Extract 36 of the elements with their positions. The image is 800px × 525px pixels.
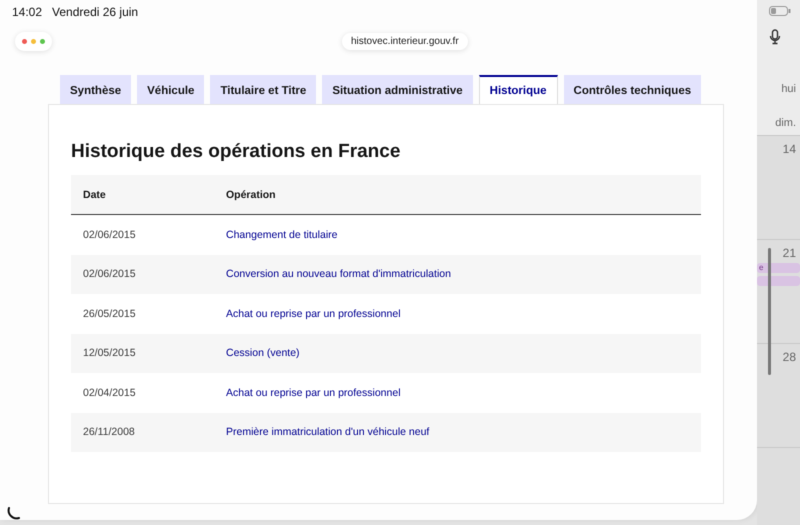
- date-cell-text: 02/06/2015: [82, 268, 137, 280]
- tab[interactable]: Synthèse: [60, 75, 132, 104]
- window-controls[interactable]: [15, 32, 52, 50]
- tab[interactable]: Contrôles techniques: [564, 75, 702, 104]
- operation-link[interactable]: Première immatriculation d'un véhicule neuf: [214, 426, 430, 438]
- scrollbar[interactable]: [768, 248, 771, 375]
- operation-link[interactable]: Conversion au nouveau format d'immatriculation: [214, 268, 451, 280]
- url-field[interactable]: histovec.interieur.gouv.fr: [342, 32, 468, 50]
- day-number: 28: [782, 350, 796, 364]
- day-number: 21: [782, 246, 796, 260]
- day-number: 14: [782, 142, 796, 156]
- operation-link[interactable]: Changement de titulaire: [214, 228, 338, 241]
- column-header: Opération: [225, 188, 277, 200]
- date-cell-text: 26/11/2008: [82, 426, 136, 438]
- status-date: Vendredi 26 juin: [52, 5, 138, 21]
- microphone-icon[interactable]: [769, 29, 781, 45]
- calendar-header: hui: [781, 83, 796, 95]
- date-cell-text: 02/06/2015: [82, 228, 137, 241]
- date-cell-text: 26/05/2015: [82, 308, 137, 320]
- loading-icon: [7, 506, 21, 520]
- operation-link[interactable]: Cession (vente): [214, 347, 300, 360]
- calendar-event[interactable]: [757, 276, 800, 286]
- tab[interactable]: Titulaire et Titre: [210, 75, 316, 104]
- column-header: Date: [82, 188, 107, 200]
- tab[interactable]: Historique: [478, 75, 558, 105]
- status-time: 14:02: [12, 5, 42, 21]
- weekday-label: dim.: [775, 117, 796, 129]
- battery-icon: [769, 6, 791, 16]
- date-cell-text: 12/05/2015: [82, 347, 137, 360]
- operation-link[interactable]: Achat ou reprise par un professionnel: [214, 386, 401, 399]
- tab[interactable]: Véhicule: [137, 75, 204, 104]
- section-heading: Historique des opérations en France: [71, 141, 402, 163]
- calendar-event[interactable]: e: [757, 263, 800, 273]
- operation-link[interactable]: Achat ou reprise par un professionnel: [214, 308, 401, 320]
- date-cell-text: 02/04/2015: [82, 386, 137, 399]
- tab[interactable]: Situation administrative: [322, 75, 473, 104]
